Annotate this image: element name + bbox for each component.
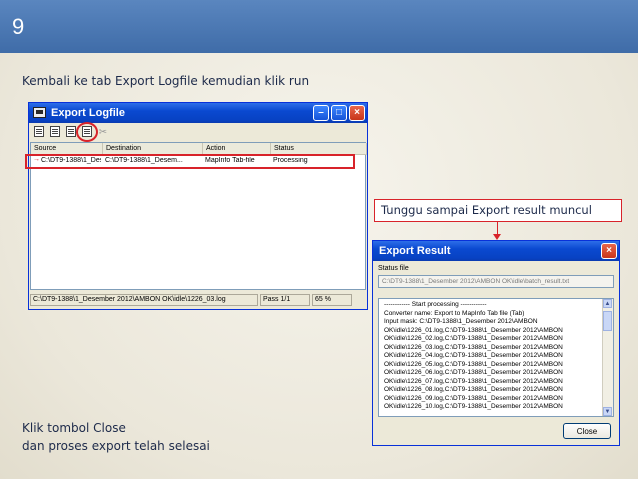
log-line: OK\idle\1226_06.log,C:\DT9-1388\1_Desemb…	[384, 369, 563, 376]
add-file-icon[interactable]	[32, 126, 46, 140]
app-icon	[33, 107, 46, 118]
log-line: OK\idle\1226_07.log,C:\DT9-1388\1_Desemb…	[384, 377, 563, 385]
run-highlight-circle	[76, 122, 98, 142]
status-pass: Pass 1/1	[260, 294, 310, 306]
instruction-bottom-line2: dan proses export telah selesai	[22, 439, 210, 453]
log-line: ------------ Start processing ----------…	[384, 301, 487, 308]
log-line: OK\idle\1226_10.log,C:\DT9-1388\1_Desemb…	[384, 403, 563, 410]
log-line: OK\idle\1226_04.log,C:\DT9-1388\1_Desemb…	[384, 352, 563, 359]
file-list[interactable]: Source Destination Action Status → C:\DT…	[25, 142, 367, 290]
log-line: OK\idle\1226_08.log,C:\DT9-1388\1_Desemb…	[384, 386, 563, 393]
scroll-down-icon[interactable]: ▼	[603, 407, 612, 416]
log-line: OK\idle\1226_09.log,C:\DT9-1388\1_Desemb…	[384, 394, 563, 402]
close-result-window-button[interactable]: ×	[601, 243, 617, 259]
log-line: Input mask: C:\DT9-1388\1_Desember 2012\…	[384, 318, 538, 325]
export-result-titlebar: Export Result ×	[373, 241, 619, 261]
instruction-bottom-line1: Klik tombol Close	[22, 421, 126, 435]
row-highlight-rect	[25, 154, 355, 169]
log-line: OK\idle\1226_05.log,C:\DT9-1388\1_Desemb…	[384, 360, 563, 368]
export-logfile-titlebar: Export Logfile – □ ×	[29, 103, 367, 123]
scroll-thumb[interactable]	[603, 311, 612, 331]
close-button[interactable]: Close	[563, 423, 611, 439]
slide-number: 9	[12, 14, 25, 39]
status-percent: 65 %	[312, 294, 352, 306]
log-line: OK\idle\1226_02.log,C:\DT9-1388\1_Desemb…	[384, 335, 563, 342]
export-result-title: Export Result	[379, 245, 451, 257]
export-logfile-window: Export Logfile – □ × ✂ Source Destinatio…	[25, 102, 368, 310]
log-scrollbar[interactable]: ▲ ▼	[602, 299, 613, 416]
minimize-button[interactable]: –	[313, 105, 329, 121]
status-file-field[interactable]: C:\DT9-1388\1_Desember 2012\AMBON OK\idl…	[378, 275, 614, 288]
status-file-label: Status file	[378, 265, 409, 272]
export-logfile-title: Export Logfile	[51, 107, 125, 119]
callout-wait: Tunggu sampai Export result muncul	[374, 199, 622, 222]
scroll-up-icon[interactable]: ▲	[603, 299, 612, 308]
close-window-button[interactable]: ×	[349, 105, 365, 121]
log-line: OK\idle\1226_03.log,C:\DT9-1388\1_Desemb…	[384, 343, 563, 351]
instruction-top: Kembali ke tab Export Logfile kemudian k…	[22, 74, 310, 88]
log-line: Converter name: Export to MapInfo Tab fi…	[384, 309, 525, 317]
log-line: OK\idle\1226_01.log,C:\DT9-1388\1_Desemb…	[384, 326, 563, 334]
slide-header: 9	[0, 0, 638, 53]
add-folder-icon[interactable]	[48, 126, 62, 140]
maximize-button[interactable]: □	[331, 105, 347, 121]
status-path: C:\DT9-1388\1_Desember 2012\AMBON OK\idl…	[30, 294, 258, 306]
settings-icon[interactable]: ✂	[96, 126, 110, 140]
export-result-window: Export Result × Status file C:\DT9-1388\…	[372, 240, 620, 446]
log-output[interactable]: ------------ Start processing ----------…	[378, 298, 614, 417]
